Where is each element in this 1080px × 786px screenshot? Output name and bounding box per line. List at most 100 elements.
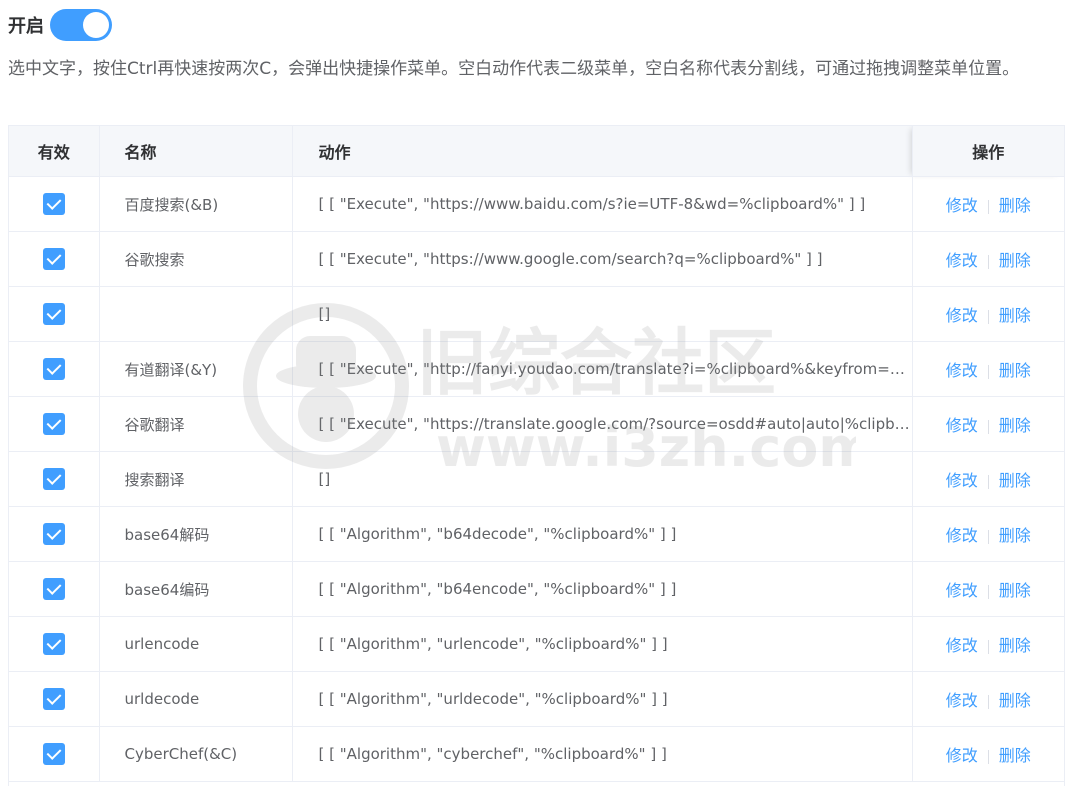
valid-cell (9, 176, 100, 232)
action-cell: [ [ "Execute", "http://fanyi.youdao.com/… (292, 341, 913, 397)
action-cell: [] (292, 286, 913, 342)
delete-link[interactable]: 删除 (999, 746, 1031, 765)
action-cell: [ [ "Execute", "https://www.baidu.com/s?… (292, 176, 913, 232)
column-header-valid: 有效 (9, 126, 100, 177)
action-cell: [ [ "Algorithm", "b64decode", "%clipboar… (292, 506, 913, 562)
valid-cell (9, 341, 100, 397)
edit-link[interactable]: 修改 (946, 691, 978, 710)
valid-cell (9, 561, 100, 617)
name-cell: urlencode (99, 616, 293, 672)
delete-link[interactable]: 删除 (999, 251, 1031, 270)
operation-cell: 修改 删除 (912, 176, 1064, 232)
action-cell: [ [ "Execute", "https://translate.google… (292, 396, 913, 452)
edit-link[interactable]: 修改 (946, 251, 978, 270)
operation-divider (987, 584, 989, 599)
delete-link[interactable]: 删除 (999, 691, 1031, 710)
delete-link[interactable]: 删除 (999, 196, 1031, 215)
edit-link[interactable]: 修改 (946, 196, 978, 215)
table-row: CyberChef(&C)[ [ "Algorithm", "cyberchef… (9, 726, 1064, 782)
valid-checkbox[interactable] (42, 743, 65, 765)
name-cell: base64解码 (99, 506, 293, 562)
table-row: urlencode[ [ "Algorithm", "urlencode", "… (9, 616, 1064, 672)
valid-checkbox[interactable] (42, 578, 65, 600)
name-cell: 搜索翻译 (99, 451, 293, 507)
action-cell: [ [ "Algorithm", "cyberchef", "%clipboar… (292, 726, 913, 782)
operation-cell: 修改 删除 (912, 286, 1064, 342)
operation-divider (987, 419, 989, 434)
enable-label: 开启 (8, 16, 44, 37)
valid-cell (9, 231, 100, 287)
delete-link[interactable]: 删除 (999, 581, 1031, 600)
valid-checkbox[interactable] (42, 303, 65, 325)
table-row: urldecode[ [ "Algorithm", "urldecode", "… (9, 671, 1064, 727)
action-cell: [ [ "Algorithm", "urldecode", "%clipboar… (292, 671, 913, 727)
valid-checkbox[interactable] (42, 468, 65, 490)
valid-cell (9, 396, 100, 452)
column-header-name: 名称 (99, 126, 293, 177)
edit-link[interactable]: 修改 (946, 416, 978, 435)
delete-link[interactable]: 删除 (999, 471, 1031, 490)
operation-cell: 修改 删除 (912, 561, 1064, 617)
operation-divider (987, 694, 989, 709)
table-row: 谷歌翻译[ [ "Execute", "https://translate.go… (9, 396, 1064, 452)
enable-header: 开启 (8, 9, 112, 41)
delete-link[interactable]: 删除 (999, 361, 1031, 380)
edit-link[interactable]: 修改 (946, 471, 978, 490)
valid-checkbox[interactable] (42, 193, 65, 215)
valid-checkbox[interactable] (42, 633, 65, 655)
operation-cell: 修改 删除 (912, 341, 1064, 397)
delete-link[interactable]: 删除 (999, 636, 1031, 655)
name-cell: urldecode (99, 671, 293, 727)
table-row: 搜索翻译[] 修改 删除 (9, 451, 1064, 507)
operation-cell: 修改 删除 (912, 451, 1064, 507)
action-cell: [ [ "Algorithm", "b64encode", "%clipboar… (292, 561, 913, 617)
table-row: 百度搜索(&B)[ [ "Execute", "https://www.baid… (9, 176, 1064, 232)
operation-cell: 修改 删除 (912, 671, 1064, 727)
operation-divider (987, 749, 989, 764)
operation-divider (987, 199, 989, 214)
table-row: 谷歌搜索[ [ "Execute", "https://www.google.c… (9, 231, 1064, 287)
enable-switch[interactable] (50, 9, 112, 41)
table-row: base64编码[ [ "Algorithm", "b64encode", "%… (9, 561, 1064, 617)
name-cell: 有道翻译(&Y) (99, 341, 293, 397)
delete-link[interactable]: 删除 (999, 526, 1031, 545)
operation-divider (987, 364, 989, 379)
operation-divider (987, 639, 989, 654)
table-header-row: 有效 名称 动作 操作 (9, 126, 1064, 177)
operation-divider (987, 309, 989, 324)
valid-checkbox[interactable] (42, 248, 65, 270)
operation-cell: 修改 删除 (912, 506, 1064, 562)
valid-cell (9, 286, 100, 342)
column-header-operation: 操作 (912, 126, 1064, 177)
switch-knob (83, 12, 109, 38)
valid-checkbox[interactable] (42, 413, 65, 435)
delete-link[interactable]: 删除 (999, 416, 1031, 435)
edit-link[interactable]: 修改 (946, 581, 978, 600)
action-cell: [ [ "Algorithm", "urlencode", "%clipboar… (292, 616, 913, 672)
name-cell: 谷歌翻译 (99, 396, 293, 452)
edit-link[interactable]: 修改 (946, 361, 978, 380)
table-row: base64解码[ [ "Algorithm", "b64decode", "%… (9, 506, 1064, 562)
menu-table: 有效 名称 动作 操作 百度搜索(&B)[ [ "Execute", "http… (8, 125, 1065, 786)
edit-link[interactable]: 修改 (946, 636, 978, 655)
operation-cell: 修改 删除 (912, 396, 1064, 452)
edit-link[interactable]: 修改 (946, 746, 978, 765)
valid-checkbox[interactable] (42, 523, 65, 545)
name-cell: base64编码 (99, 561, 293, 617)
valid-checkbox[interactable] (42, 358, 65, 380)
name-cell (99, 286, 293, 342)
column-header-action: 动作 (292, 126, 913, 177)
valid-cell (9, 506, 100, 562)
valid-cell (9, 671, 100, 727)
name-cell: CyberChef(&C) (99, 726, 293, 782)
valid-cell (9, 616, 100, 672)
valid-cell (9, 451, 100, 507)
valid-cell (9, 726, 100, 782)
operation-cell: 修改 删除 (912, 616, 1064, 672)
edit-link[interactable]: 修改 (946, 306, 978, 325)
operation-divider (987, 254, 989, 269)
operation-divider (987, 529, 989, 544)
edit-link[interactable]: 修改 (946, 526, 978, 545)
delete-link[interactable]: 删除 (999, 306, 1031, 325)
valid-checkbox[interactable] (42, 688, 65, 710)
